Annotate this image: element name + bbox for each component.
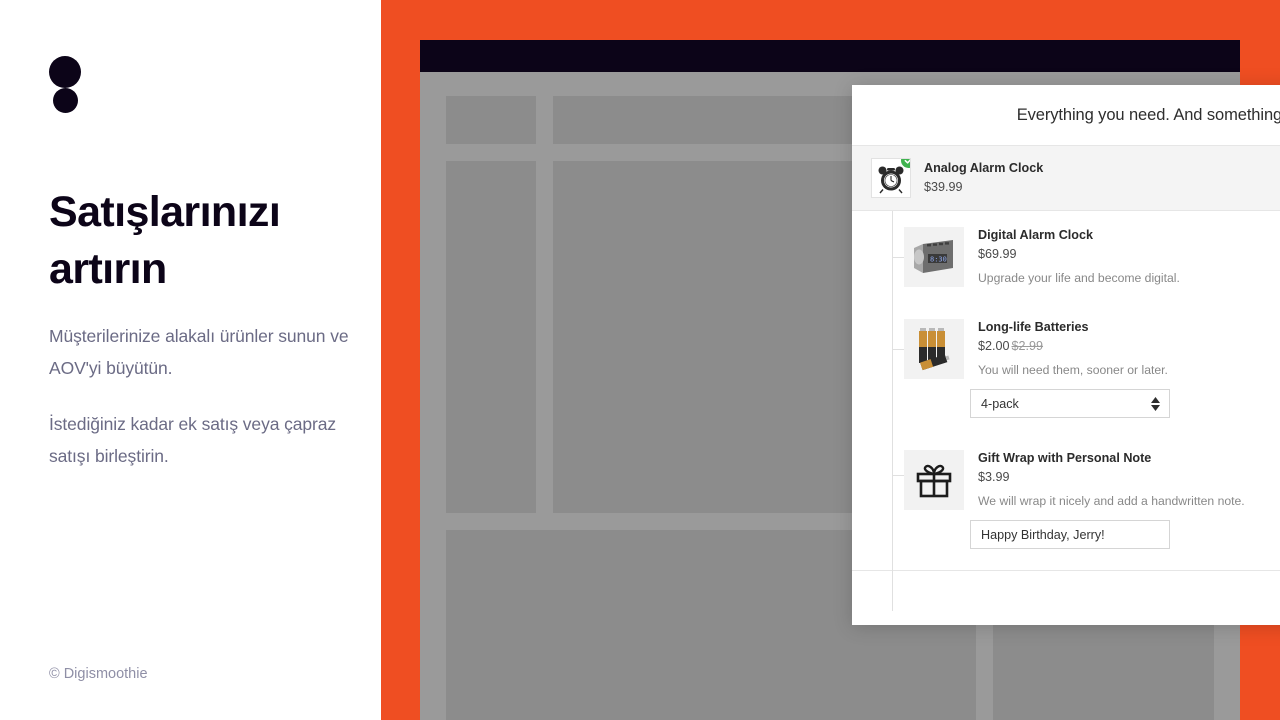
offer-price-row: $69.99 xyxy=(978,245,1280,263)
offer-name: Long-life Batteries xyxy=(978,320,1089,334)
upsell-modal: Everything you need. And something extra… xyxy=(852,85,1280,625)
offer-info: Long-life Batteries $2.00 $2.99 You will … xyxy=(978,319,1280,379)
mock-placeholder-block xyxy=(446,96,536,144)
offer-info: Digital Alarm Clock $69.99 Upgrade your … xyxy=(978,227,1280,287)
base-product-row: Analog Alarm Clock $39.99 xyxy=(852,145,1280,211)
offer-info: Gift Wrap with Personal Note $3.99 We wi… xyxy=(978,450,1280,510)
offer-description: You will need them, sooner or later. xyxy=(978,363,1168,377)
mock-topbar xyxy=(420,40,1240,72)
offer-note-area xyxy=(852,520,1280,549)
offer-price: $2.00 xyxy=(978,339,1010,353)
offer-variant-area: 4-pack xyxy=(852,389,1280,418)
offer-list: 8:30 Digital Alarm Clock $69.99 Upgrade … xyxy=(852,211,1280,611)
logo-dot-large xyxy=(49,56,81,88)
offer-name: Gift Wrap with Personal Note xyxy=(978,451,1152,465)
offer-compare-at-price: $2.99 xyxy=(1011,339,1044,353)
offer-description: Upgrade your life and become digital. xyxy=(978,271,1180,285)
variant-select-value: 4-pack xyxy=(981,396,1019,411)
base-product-price: $39.99 xyxy=(924,180,963,194)
variant-select[interactable]: 4-pack xyxy=(970,389,1170,418)
base-product-name: Analog Alarm Clock xyxy=(924,161,1044,175)
marketing-copy: Müşterilerinize alakalı ürünler sunun ve… xyxy=(49,320,354,472)
analog-alarm-clock-image xyxy=(871,158,911,198)
offer-row: 8:30 Digital Alarm Clock $69.99 Upgrade … xyxy=(852,211,1280,287)
marketing-paragraph-2: İstediğiniz kadar ek satış veya çapraz s… xyxy=(49,414,337,466)
left-marketing-panel: Satışlarınızı artırın Müşterilerinize al… xyxy=(0,0,381,720)
svg-text:8:30: 8:30 xyxy=(930,256,947,264)
modal-title: Everything you need. And something extra… xyxy=(1016,105,1280,124)
offer-row: Gift Wrap with Personal Note $3.99 We wi… xyxy=(852,434,1280,510)
offer-price: $69.99 xyxy=(978,247,1017,261)
copyright-text: © Digismoothie xyxy=(49,666,148,682)
batteries-image xyxy=(904,319,964,379)
modal-footer: CONTINUE xyxy=(852,570,1280,625)
page-title: Satışlarınızı artırın xyxy=(49,188,281,294)
page-root: Satışlarınızı artırın Müşterilerinize al… xyxy=(0,0,1280,720)
logo-dot-small xyxy=(53,88,78,113)
offer-price-row: $3.99 xyxy=(978,468,1280,486)
offer-price: $3.99 xyxy=(978,470,1010,484)
offer-row: Long-life Batteries $2.00 $2.99 You will … xyxy=(852,303,1280,379)
offer-name: Digital Alarm Clock xyxy=(978,228,1094,242)
offer-price-row: $2.00 $2.99 xyxy=(978,337,1280,355)
base-product-info: Analog Alarm Clock $39.99 xyxy=(924,160,1043,196)
orange-stage: Everything you need. And something extra… xyxy=(381,0,1280,720)
digital-alarm-clock-image: 8:30 xyxy=(904,227,964,287)
mock-placeholder-block xyxy=(446,161,536,513)
personal-note-input[interactable] xyxy=(970,520,1170,549)
marketing-paragraph-1: Müşterilerinize alakalı ürünler sunun ve… xyxy=(49,326,349,378)
chevron-updown-icon xyxy=(1151,396,1160,411)
offer-description: We will wrap it nicely and add a handwri… xyxy=(978,494,1245,508)
two-dots-logo-icon xyxy=(49,56,85,114)
gift-icon xyxy=(904,450,964,510)
modal-header: Everything you need. And something extra… xyxy=(852,85,1280,145)
